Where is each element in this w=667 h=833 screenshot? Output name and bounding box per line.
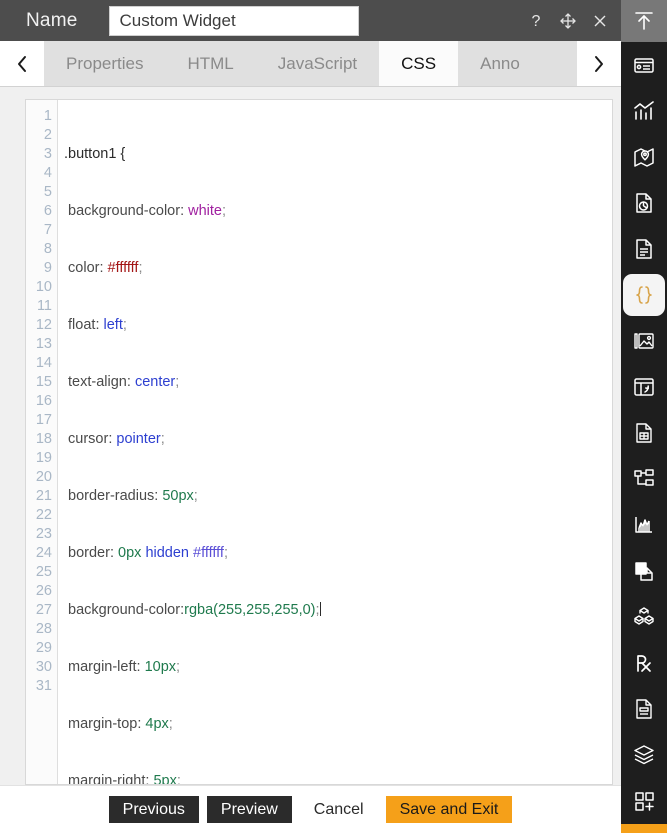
code-line: float: left;	[68, 317, 127, 333]
widget-name-value: Custom Widget	[119, 10, 236, 30]
editor-area: 1 2 3 4 5 6 7 8 9 10 11 12 13 14 15 16 1	[0, 87, 621, 785]
line-number: 27	[35, 602, 52, 618]
line-number: 26	[35, 583, 52, 599]
line-number: 30	[35, 659, 52, 675]
image-gallery-icon[interactable]	[621, 318, 667, 364]
form-panel-icon[interactable]	[621, 42, 667, 88]
map-pin-icon[interactable]	[621, 134, 667, 180]
line-number: 2	[43, 127, 52, 143]
line-number: 19	[35, 450, 52, 466]
code-line: background-color:rgba(255,255,255,0);	[68, 602, 321, 618]
code-line: margin-right: 5px;	[68, 773, 181, 785]
code-line: background-color: white;	[68, 203, 227, 219]
line-number-gutter: 1 2 3 4 5 6 7 8 9 10 11 12 13 14 15 16 1	[26, 100, 58, 784]
upload-arrow-icon[interactable]	[621, 0, 667, 42]
download-arrow-icon[interactable]	[621, 824, 667, 833]
code-braces-icon[interactable]	[623, 274, 665, 316]
layers-icon[interactable]	[621, 732, 667, 778]
line-number: 20	[35, 469, 52, 485]
tab-label: JavaScript	[277, 53, 358, 73]
line-number: 14	[35, 355, 52, 371]
main-column: Name Custom Widget ? Properties HTML Jav…	[0, 0, 621, 833]
line-number: 18	[35, 431, 52, 447]
tab-label: Annota	[480, 53, 520, 73]
previous-button[interactable]: Previous	[108, 796, 199, 823]
line-number: 22	[35, 507, 52, 523]
document-icon[interactable]	[621, 226, 667, 272]
report-pie-icon[interactable]	[621, 180, 667, 226]
line-number: 3	[43, 146, 52, 162]
line-number: 16	[35, 393, 52, 409]
tab-css[interactable]: CSS	[379, 41, 459, 86]
line-number: 17	[35, 412, 52, 428]
copy-page-icon[interactable]	[621, 548, 667, 594]
line-number: 23	[35, 526, 52, 542]
tab-properties[interactable]: Properties	[44, 41, 166, 86]
move-icon[interactable]	[557, 10, 579, 32]
tab-label: CSS	[401, 53, 437, 73]
tab-bar: Properties HTML JavaScript CSS Annota	[0, 41, 621, 87]
line-number: 12	[35, 317, 52, 333]
css-code-editor[interactable]: 1 2 3 4 5 6 7 8 9 10 11 12 13 14 15 16 1	[25, 99, 613, 785]
code-content[interactable]: .button1 { background-color: white; colo…	[58, 100, 612, 784]
add-widget-icon[interactable]	[621, 778, 667, 824]
dialog-titlebar: Name Custom Widget ?	[0, 0, 621, 41]
tabs-scroll-right-button[interactable]	[577, 41, 621, 86]
line-number: 8	[43, 241, 52, 257]
name-label: Name	[26, 9, 78, 31]
line-number: 11	[36, 298, 52, 314]
line-number: 15	[35, 374, 52, 390]
line-number: 7	[43, 222, 52, 238]
close-icon[interactable]	[589, 10, 611, 32]
widget-editor-dialog: Name Custom Widget ? Properties HTML Jav…	[0, 0, 667, 833]
area-chart-icon[interactable]	[621, 502, 667, 548]
tab-annotations[interactable]: Annota	[458, 41, 521, 86]
tab-html[interactable]: HTML	[165, 41, 256, 86]
tree-hierarchy-icon[interactable]	[621, 456, 667, 502]
svg-text:?: ?	[532, 13, 541, 30]
code-line: margin-left: 10px;	[68, 659, 181, 675]
tab-javascript[interactable]: JavaScript	[255, 41, 380, 86]
code-line: margin-top: 4px;	[68, 716, 173, 732]
code-line: .button1 {	[64, 146, 126, 162]
titlebar-actions: ?	[525, 0, 611, 41]
line-number: 1	[43, 108, 52, 124]
save-and-exit-button[interactable]: Save and Exit	[385, 796, 513, 823]
tabs-scroll-left-button[interactable]	[0, 41, 44, 86]
cancel-button[interactable]: Cancel	[299, 796, 378, 823]
line-number: 6	[43, 203, 52, 219]
line-number: 21	[35, 488, 52, 504]
line-number: 4	[43, 165, 52, 181]
widget-name-input[interactable]: Custom Widget	[109, 5, 360, 36]
code-line: border: 0px hidden #ffffff;	[68, 545, 228, 561]
line-number: 10	[35, 279, 52, 295]
line-number: 29	[35, 640, 52, 656]
bar-chart-icon[interactable]	[621, 88, 667, 134]
code-line: border-radius: 50px;	[68, 488, 198, 504]
document-table-icon[interactable]	[621, 410, 667, 456]
line-number: 25	[35, 564, 52, 580]
prescription-rx-icon[interactable]	[621, 640, 667, 686]
preview-button[interactable]: Preview	[206, 796, 292, 823]
tabs-container: Properties HTML JavaScript CSS Annota	[44, 41, 577, 86]
code-line: cursor: pointer;	[68, 431, 165, 447]
help-icon[interactable]: ?	[525, 10, 547, 32]
right-icon-rail	[621, 0, 667, 833]
code-line: color: #ffffff;	[68, 260, 143, 276]
line-number: 9	[43, 260, 52, 276]
tab-label: HTML	[187, 53, 234, 73]
line-number: 13	[35, 336, 52, 352]
line-number: 5	[43, 184, 52, 200]
line-number: 31	[35, 678, 52, 694]
document-form-icon[interactable]	[621, 686, 667, 732]
dashboard-layout-icon[interactable]	[621, 364, 667, 410]
cubes-stack-icon[interactable]	[621, 594, 667, 640]
dialog-footer: Previous Preview Cancel Save and Exit	[0, 785, 621, 833]
tab-label: Properties	[66, 53, 144, 73]
code-line: text-align: center;	[68, 374, 180, 390]
line-number: 28	[35, 621, 52, 637]
line-number: 24	[35, 545, 52, 561]
